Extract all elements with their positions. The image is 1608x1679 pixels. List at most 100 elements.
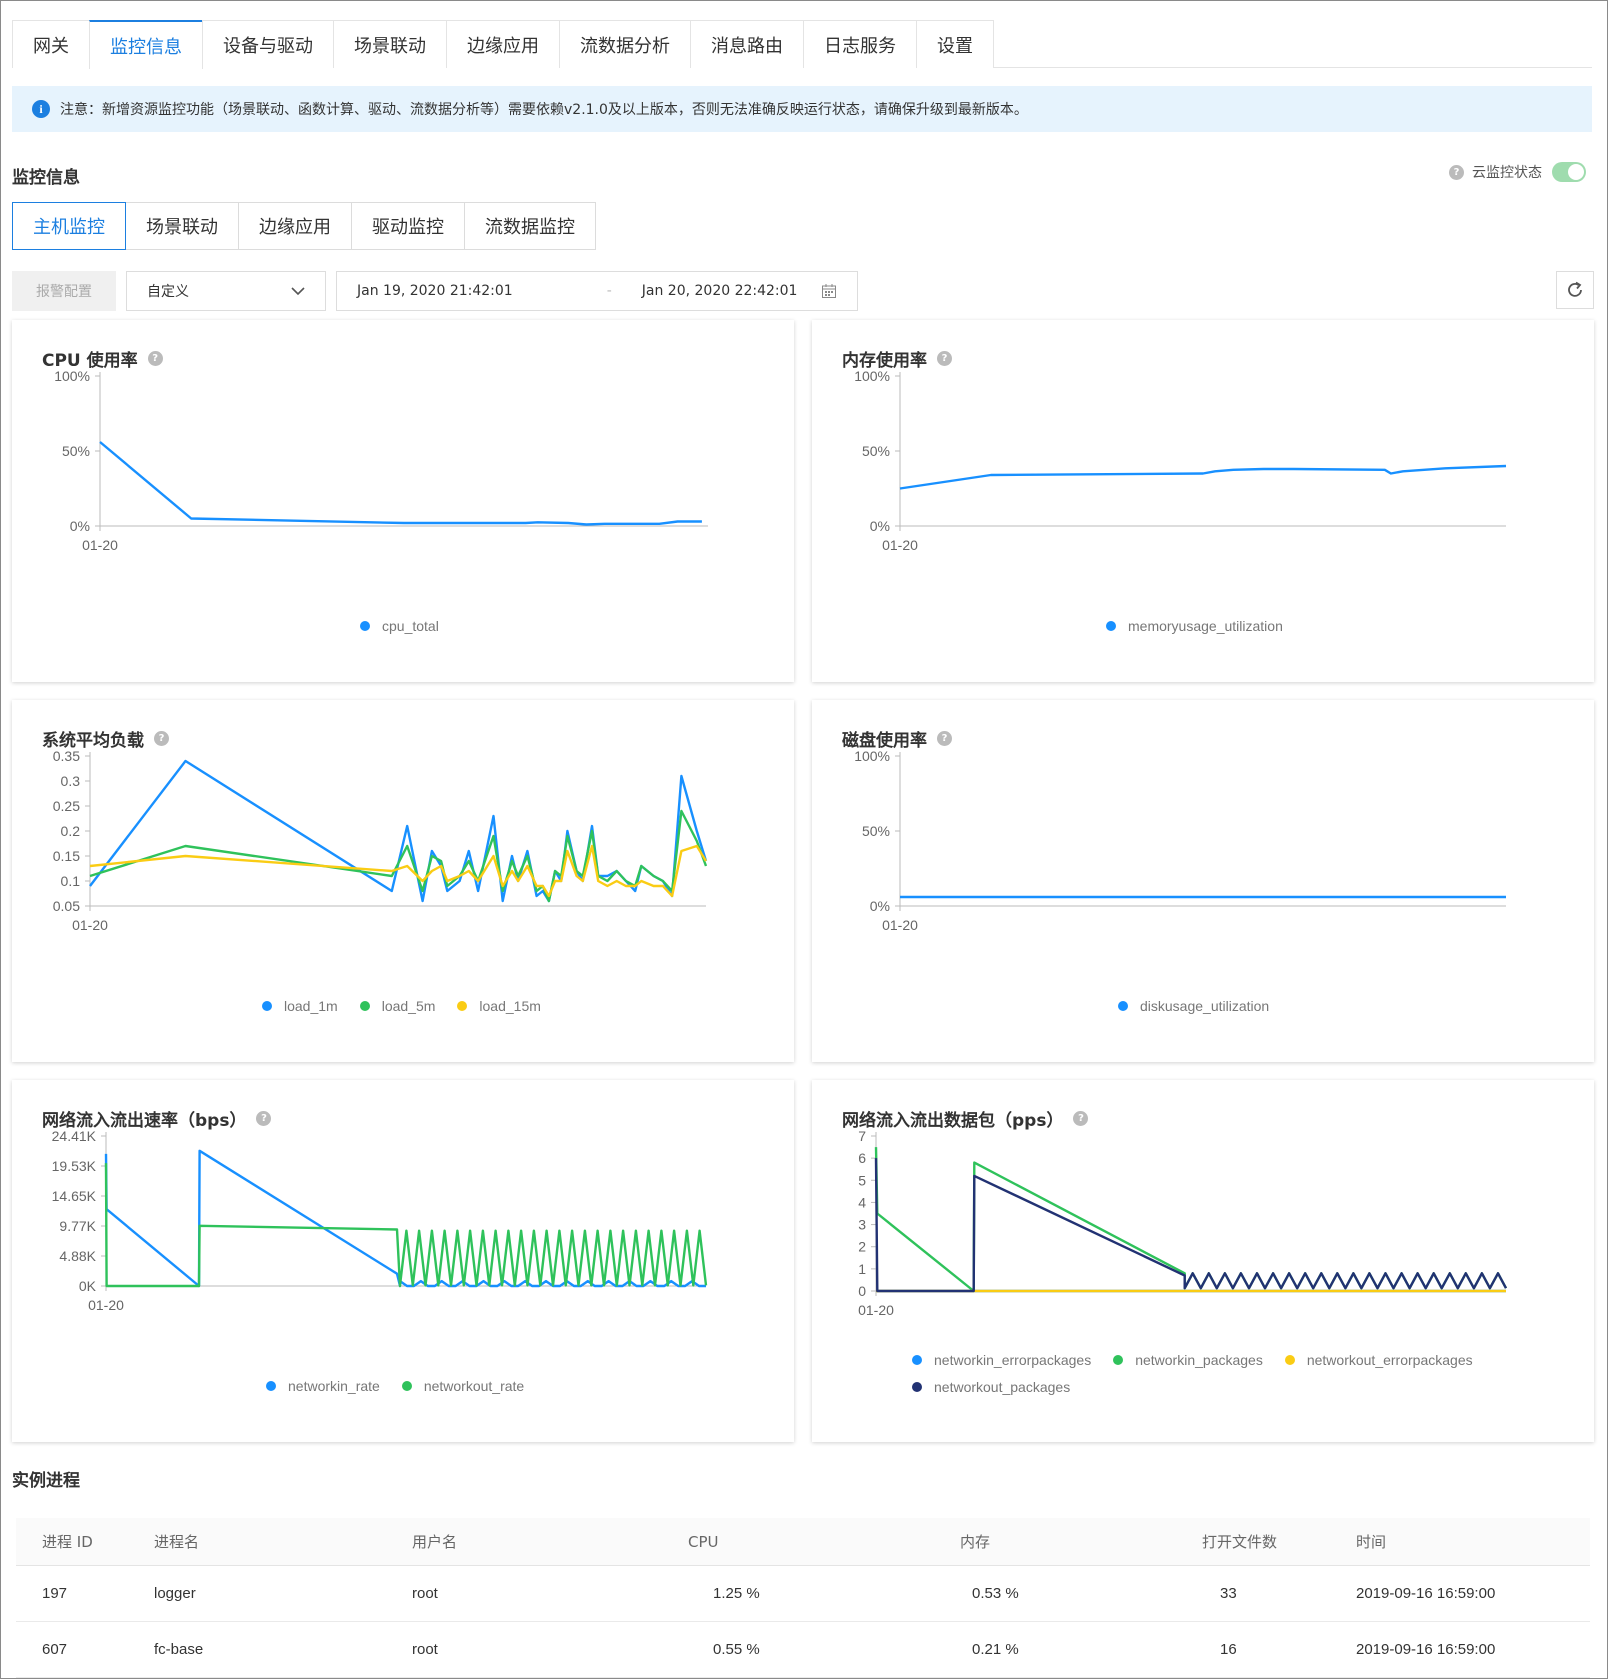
legend-item[interactable]: load_1m bbox=[262, 992, 338, 1019]
col-header[interactable]: 进程名 bbox=[142, 1531, 400, 1552]
legend-item[interactable]: networkout_errorpackages bbox=[1284, 1346, 1473, 1373]
series-line-networkout_rate bbox=[104, 1163, 708, 1288]
cell-pid: 607 bbox=[42, 1641, 68, 1658]
legend-item[interactable]: load_15m bbox=[457, 992, 541, 1019]
notice-banner: i 注意：新增资源监控功能（场景联动、函数计算、驱动、流数据分析等）需要依赖v2… bbox=[12, 86, 1592, 132]
legend-item[interactable]: load_5m bbox=[359, 992, 436, 1019]
legend-item[interactable]: networkin_packages bbox=[1113, 1346, 1263, 1373]
date-end: Jan 20, 2020 22:42:01 bbox=[641, 283, 798, 299]
legend-item[interactable]: diskusage_utilization bbox=[1118, 992, 1269, 1019]
legend-dot-icon bbox=[360, 620, 370, 631]
x-tick-label: 01-20 bbox=[882, 917, 918, 933]
cloud-status-label: 云监控状态 bbox=[1472, 165, 1542, 181]
subtab-driver-monitor[interactable]: 驱动监控 bbox=[351, 202, 465, 250]
time-range-value: 自定义 bbox=[147, 284, 189, 300]
monitor-subtabs: 主机监控 场景联动 边缘应用 驱动监控 流数据监控 bbox=[12, 202, 596, 250]
cell-memory: 0.53 % bbox=[972, 1585, 1019, 1602]
cell-time: 2019-09-16 16:59:00 bbox=[1356, 1585, 1496, 1602]
tab-log-service[interactable]: 日志服务 bbox=[803, 20, 917, 68]
tab-message-routing[interactable]: 消息路由 bbox=[690, 20, 804, 68]
tab-devices-drivers[interactable]: 设备与驱动 bbox=[202, 20, 334, 68]
legend-label: networkout_packages bbox=[934, 1378, 1071, 1395]
refresh-icon bbox=[1568, 281, 1582, 297]
chart-legend[interactable]: cpu_total bbox=[360, 612, 461, 639]
legend-item[interactable]: cpu_total bbox=[360, 612, 439, 639]
card-network-packets: 网络流入流出数据包（pps）? 7 6 5 4 3 2 1 0 01-20 networkin_… bbox=[812, 1080, 1594, 1442]
legend-label: memoryusage_utilization bbox=[1128, 617, 1283, 634]
series-line-cpu_total bbox=[99, 441, 702, 526]
legend-item[interactable]: networkout_rate bbox=[401, 1372, 525, 1399]
legend-item[interactable]: networkin_rate bbox=[266, 1372, 380, 1399]
tab-gateway[interactable]: 网关 bbox=[12, 20, 90, 68]
date-separator: - bbox=[606, 283, 612, 299]
legend-label: networkout_rate bbox=[423, 1377, 525, 1394]
cell-cpu: 1.25 % bbox=[713, 1585, 760, 1602]
legend-item[interactable]: networkout_packages bbox=[912, 1373, 1070, 1400]
chart-legend[interactable]: networkin_errorpackages networkin_package… bbox=[912, 1346, 1512, 1400]
y-tick-label: 14.65K bbox=[52, 1188, 97, 1204]
y-tick-label: 0.25 bbox=[53, 798, 80, 814]
y-tick-label: 5 bbox=[858, 1172, 866, 1188]
help-icon[interactable]: ? bbox=[1449, 164, 1464, 180]
y-tick-label: 1 bbox=[858, 1261, 866, 1277]
chart-legend[interactable]: networkin_rate networkout_rate bbox=[266, 1372, 546, 1399]
series-line-load_1m bbox=[89, 759, 708, 903]
col-header[interactable]: CPU bbox=[658, 1533, 914, 1551]
date-range-picker[interactable]: Jan 19, 2020 21:42:01 - Jan 20, 2020 22:… bbox=[336, 271, 858, 311]
card-cpu: CPU 使用率? 100% 50% 0% 01-20 cpu_total bbox=[12, 320, 794, 682]
col-header[interactable]: 打开文件数 bbox=[1172, 1531, 1336, 1552]
cell-open-files: 33 bbox=[1220, 1585, 1237, 1602]
chart-legend[interactable]: memoryusage_utilization bbox=[1106, 612, 1305, 639]
main-tabs: 网关 监控信息 设备与驱动 场景联动 边缘应用 流数据分析 消息路由 日志服务 … bbox=[12, 20, 1592, 69]
col-header[interactable]: 内存 bbox=[914, 1531, 1172, 1552]
y-tick-label: 0.05 bbox=[53, 898, 80, 914]
chart-legend[interactable]: load_1m load_5m load_15m bbox=[262, 992, 563, 1019]
tab-stream-analytics[interactable]: 流数据分析 bbox=[559, 20, 691, 68]
y-tick-label: 0% bbox=[870, 518, 890, 534]
subtab-host-monitor[interactable]: 主机监控 bbox=[12, 202, 126, 250]
series-line-networkin_packages bbox=[874, 1147, 1508, 1293]
cell-open-files: 16 bbox=[1220, 1641, 1237, 1658]
alarm-config-button[interactable]: 报警配置 bbox=[12, 271, 116, 311]
chart-legend[interactable]: diskusage_utilization bbox=[1118, 992, 1291, 1019]
col-header[interactable]: 进程 ID bbox=[16, 1531, 142, 1552]
x-tick-label: 01-20 bbox=[82, 537, 118, 553]
legend-item[interactable]: memoryusage_utilization bbox=[1106, 612, 1283, 639]
y-tick-label: 0% bbox=[870, 898, 890, 914]
y-tick-label: 0.3 bbox=[61, 773, 81, 789]
tab-edge-apps[interactable]: 边缘应用 bbox=[446, 20, 560, 68]
col-header[interactable]: 时间 bbox=[1336, 1531, 1586, 1552]
y-tick-label: 3 bbox=[858, 1217, 866, 1233]
y-tick-label: 100% bbox=[854, 368, 890, 384]
y-tick-label: 50% bbox=[862, 823, 890, 839]
section-title: 监控信息 bbox=[12, 168, 80, 188]
series-line-memoryusage_utilization bbox=[899, 464, 1507, 490]
cell-process-name: logger bbox=[154, 1585, 196, 1602]
time-range-select[interactable]: 自定义 bbox=[126, 271, 326, 311]
y-tick-label: 24.41K bbox=[52, 1128, 97, 1144]
tab-scene-linkage[interactable]: 场景联动 bbox=[333, 20, 447, 68]
legend-label: networkout_errorpackages bbox=[1306, 1351, 1473, 1368]
subtab-scene-linkage[interactable]: 场景联动 bbox=[125, 202, 239, 250]
refresh-button[interactable] bbox=[1556, 271, 1594, 309]
col-header[interactable]: 用户名 bbox=[400, 1531, 658, 1552]
legend-label: cpu_total bbox=[382, 617, 439, 634]
legend-label: load_15m bbox=[479, 997, 541, 1014]
series-line-load_15m bbox=[89, 844, 708, 898]
legend-item[interactable]: networkin_errorpackages bbox=[912, 1346, 1091, 1373]
cloud-status-toggle[interactable] bbox=[1552, 162, 1586, 182]
legend-dot-icon bbox=[457, 1000, 468, 1011]
x-tick-label: 01-20 bbox=[882, 537, 918, 553]
y-tick-label: 0 bbox=[858, 1283, 866, 1299]
legend-label: load_5m bbox=[381, 997, 436, 1014]
y-tick-label: 4 bbox=[858, 1194, 866, 1210]
y-tick-label: 0% bbox=[70, 518, 90, 534]
series-line-networkin_rate bbox=[104, 1149, 706, 1288]
process-table: 进程 ID 进程名 用户名 CPU 内存 打开文件数 时间 197 logger… bbox=[16, 1518, 1590, 1678]
y-tick-label: 50% bbox=[862, 443, 890, 459]
x-tick-label: 01-20 bbox=[72, 917, 108, 933]
tab-settings[interactable]: 设置 bbox=[916, 20, 994, 68]
subtab-stream-monitor[interactable]: 流数据监控 bbox=[464, 202, 596, 250]
tab-monitoring[interactable]: 监控信息 bbox=[89, 20, 203, 69]
subtab-edge-apps[interactable]: 边缘应用 bbox=[238, 202, 352, 250]
